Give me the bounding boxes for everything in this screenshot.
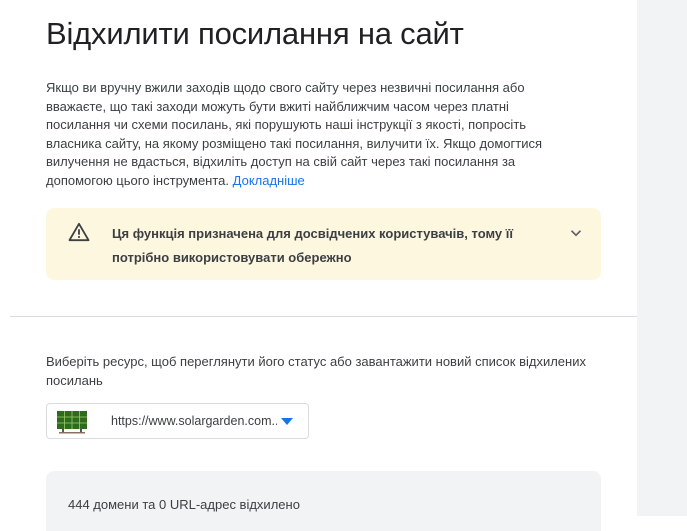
disavow-status-text: 444 домени та 0 URL-адрес відхилено xyxy=(68,497,300,512)
section-divider xyxy=(10,316,637,317)
disavow-status-panel: 444 домени та 0 URL-адрес відхилено xyxy=(46,471,601,531)
chevron-down-icon[interactable] xyxy=(567,224,585,242)
warning-icon xyxy=(68,222,90,242)
warning-banner: Ця функція призначена для досвідчених ко… xyxy=(46,208,601,280)
warning-text: Ця функція призначена для досвідчених ко… xyxy=(112,226,514,265)
dropdown-arrow-icon xyxy=(281,418,293,425)
description-text: Якщо ви вручну вжили заходів щодо свого … xyxy=(46,80,543,188)
solar-panel-icon xyxy=(57,411,87,434)
page-title: Відхилити посилання на сайт xyxy=(46,16,464,51)
page-description: Якщо ви вручну вжили заходів щодо свого … xyxy=(46,79,566,191)
resource-prompt: Виберіть ресурс, щоб переглянути його ст… xyxy=(46,354,586,388)
right-gutter xyxy=(637,0,687,516)
selected-property-url: https://www.solargarden.com... xyxy=(111,414,277,428)
learn-more-link[interactable]: Докладніше xyxy=(233,173,305,188)
property-selector[interactable]: https://www.solargarden.com... xyxy=(46,403,309,439)
disavow-card: Відхилити посилання на сайт Якщо ви вруч… xyxy=(10,0,637,531)
